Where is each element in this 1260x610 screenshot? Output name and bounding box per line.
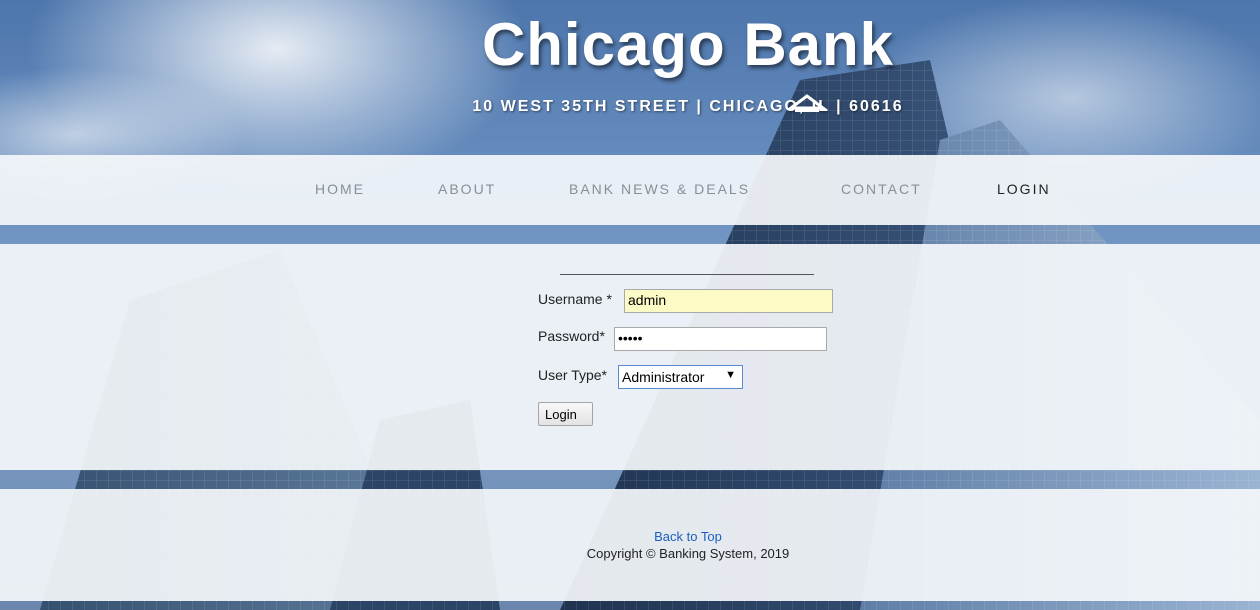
site-address: 10 WEST 35TH STREET | CHICAGO, IL | 6061… <box>472 98 904 115</box>
chevron-down-icon: ▼ <box>725 369 736 381</box>
user-type-selected-value: Administrator <box>622 369 705 385</box>
copyright-text: Copyright © Banking System, 2019 <box>586 546 790 561</box>
password-input[interactable]: ••••• <box>614 327 827 351</box>
login-panel <box>0 244 1260 470</box>
bank-logo-icon <box>787 94 827 112</box>
nav-contact[interactable]: CONTACT <box>841 181 922 197</box>
footer <box>0 489 1260 601</box>
password-label: Password* <box>538 328 605 344</box>
username-label: Username * <box>538 291 612 307</box>
user-type-select[interactable]: Administrator ▼ <box>618 365 743 389</box>
nav-home[interactable]: HOME <box>315 181 365 197</box>
user-type-label: User Type* <box>538 367 607 383</box>
login-button[interactable]: Login <box>538 402 593 426</box>
nav-about[interactable]: ABOUT <box>438 181 496 197</box>
nav-bank-news-deals[interactable]: BANK NEWS & DEALS <box>569 181 750 197</box>
form-divider <box>560 274 814 275</box>
page: Chicago Bank 10 WEST 35TH STREET | CHICA… <box>0 0 1260 610</box>
username-input[interactable]: admin <box>624 289 833 313</box>
nav-login[interactable]: LOGIN <box>997 181 1051 197</box>
back-to-top-link[interactable]: Back to Top <box>0 529 1260 544</box>
site-title: Chicago Bank <box>481 11 895 78</box>
